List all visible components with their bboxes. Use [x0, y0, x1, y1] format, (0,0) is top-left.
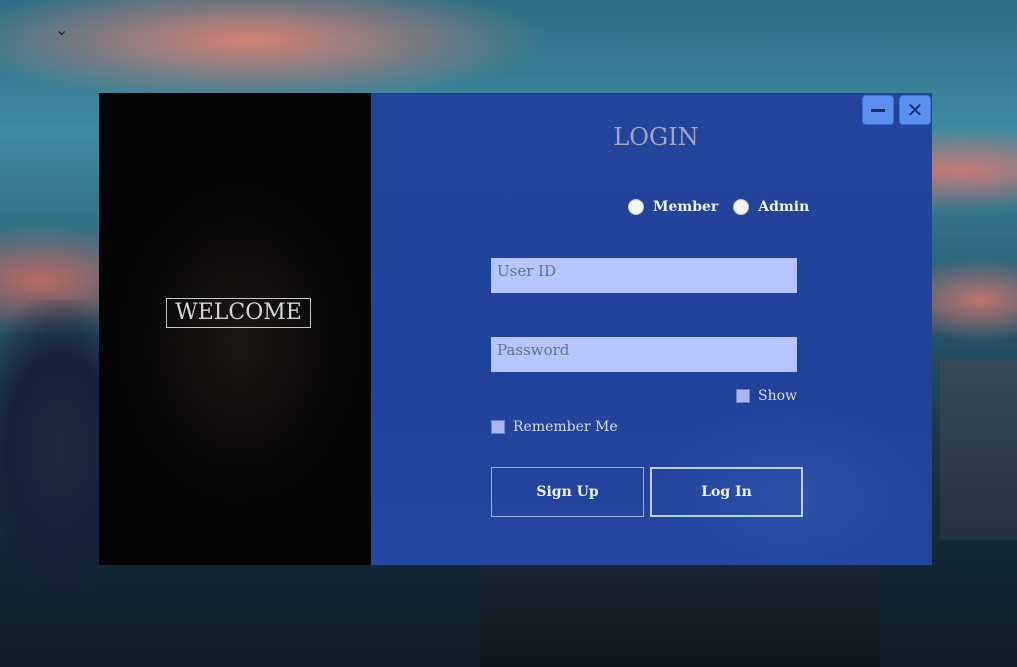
background-figure	[0, 300, 100, 600]
login-title: LOGIN	[613, 123, 699, 151]
show-password-checkbox[interactable]	[736, 389, 750, 403]
login-panel: ✕ LOGIN Member Admin User ID Password Sh…	[371, 93, 932, 565]
minimize-button[interactable]	[862, 95, 894, 125]
welcome-label: WELCOME	[166, 298, 311, 328]
sign-up-button[interactable]: Sign Up	[491, 467, 644, 517]
password-field[interactable]: Password	[491, 337, 797, 372]
remember-me-label: Remember Me	[513, 419, 618, 435]
remember-me-row: Remember Me	[491, 419, 618, 435]
minus-icon	[871, 108, 885, 112]
show-password-row: Show	[736, 388, 797, 404]
chevron-down-icon: ⌄	[55, 20, 69, 39]
close-button[interactable]: ✕	[899, 95, 931, 125]
member-radio[interactable]	[628, 199, 644, 215]
log-in-button[interactable]: Log In	[650, 467, 803, 517]
member-radio-label: Member	[653, 199, 719, 215]
admin-radio[interactable]	[733, 199, 750, 215]
role-radio-group: Member Admin	[628, 199, 824, 215]
login-window: WELCOME ✕ LOGIN Member Admin User ID Pas…	[99, 93, 932, 565]
admin-radio-label: Admin	[758, 199, 810, 215]
background-rails	[480, 565, 880, 667]
welcome-panel: WELCOME	[99, 93, 371, 565]
close-icon: ✕	[906, 98, 924, 122]
show-password-label: Show	[758, 388, 798, 404]
user-id-field[interactable]: User ID	[491, 258, 797, 293]
remember-me-checkbox[interactable]	[491, 420, 505, 434]
background-city	[940, 360, 1017, 540]
